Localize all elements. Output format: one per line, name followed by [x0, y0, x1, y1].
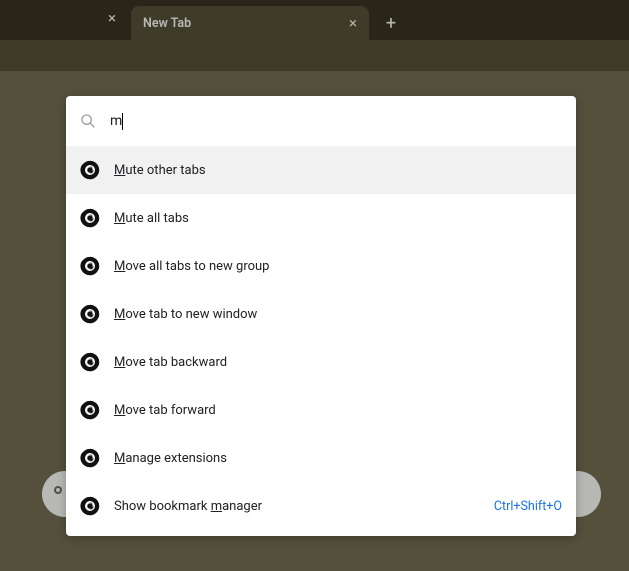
command-label: Mute all tabs [114, 211, 562, 226]
command-item[interactable]: Move tab backward [66, 338, 576, 386]
command-item[interactable]: Manage extensions [66, 434, 576, 482]
command-palette: m Mute other tabs Mute all tabs Move all t… [66, 96, 576, 536]
chrome-icon [80, 256, 100, 276]
command-label: Move all tabs to new group [114, 259, 562, 274]
command-search-row: m [66, 96, 576, 146]
command-item[interactable]: Mute other tabs [66, 146, 576, 194]
command-shortcut: Ctrl+Shift+O [494, 499, 562, 514]
command-item[interactable]: Move tab to new window [66, 290, 576, 338]
chrome-icon [80, 496, 100, 516]
command-label: Mute other tabs [114, 163, 562, 178]
command-label: Move tab forward [114, 403, 562, 418]
chrome-icon [80, 304, 100, 324]
command-item[interactable]: Move tab forward [66, 386, 576, 434]
chrome-icon [80, 352, 100, 372]
chrome-icon [80, 208, 100, 228]
command-label: Move tab to new window [114, 307, 562, 322]
chrome-icon [80, 400, 100, 420]
command-label: Manage extensions [114, 451, 562, 466]
chrome-icon [80, 448, 100, 468]
command-item[interactable]: Move all tabs to new group [66, 242, 576, 290]
command-label: Show bookmark manager [114, 499, 494, 514]
chrome-icon [80, 160, 100, 180]
command-list: Mute other tabs Mute all tabs Move all tab… [66, 146, 576, 530]
command-item[interactable]: Mute all tabs [66, 194, 576, 242]
command-label: Move tab backward [114, 355, 562, 370]
command-item[interactable]: Show bookmark managerCtrl+Shift+O [66, 482, 576, 530]
